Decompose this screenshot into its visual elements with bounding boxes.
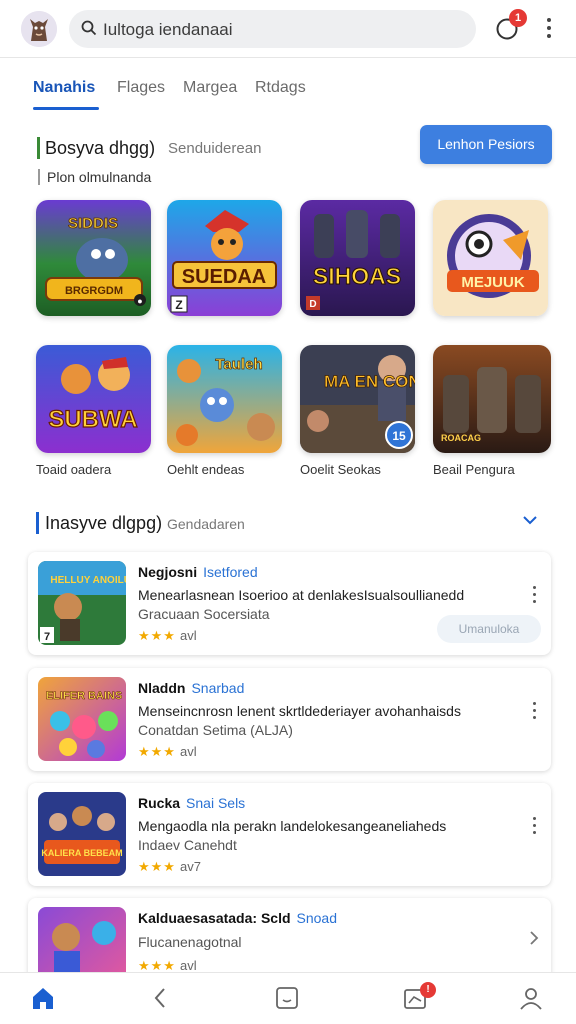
app-thumbnail: ELIFER BAINS	[38, 677, 126, 761]
kebab-menu-icon[interactable]	[531, 586, 537, 607]
tile-art-title: MA EN CONE	[324, 372, 415, 391]
rating-text: avl	[179, 744, 197, 759]
app-subtitle: Indaev Canehdt	[138, 837, 237, 853]
app-rating: ★★★ avl	[138, 744, 197, 760]
list-item[interactable]: KALIERA BEBEAM Rucka Snai Sels Mengaodla …	[28, 783, 551, 886]
thumb-badge: 7	[44, 631, 50, 643]
app-subtitle: Flucanenagotnal	[138, 934, 242, 950]
bottom-nav	[0, 972, 576, 1024]
app-tag: Snoad	[296, 910, 337, 926]
game-tile[interactable]: MA EN CONE 15	[300, 345, 415, 453]
app-thumbnail: HELLUY ANOILUS 7	[38, 561, 126, 645]
star-rating: ★★★	[138, 958, 176, 973]
tile-art-title: MEJUUK	[461, 274, 525, 291]
app-name-text: Rucka	[138, 795, 181, 811]
app-name: Kalduaesasatada: Scld Snoad	[138, 910, 337, 926]
section-title: Bosyva dhgg)	[45, 138, 156, 158]
tile-label: Beail Pengura	[433, 462, 515, 477]
game-tile[interactable]: Tauleh	[167, 345, 282, 453]
app-name-text: Kalduaesasatada: Scld	[138, 910, 291, 926]
rating-text: av7	[179, 859, 201, 874]
app-name: Rucka Snai Sels	[138, 795, 245, 811]
rating-text: avl	[179, 628, 197, 643]
game-tile[interactable]: SUBWA	[36, 345, 151, 453]
section-accent-bar	[37, 137, 40, 159]
game-tile[interactable]: MEJUUK	[433, 200, 548, 316]
section-subtitle: Senduiderean	[168, 140, 262, 157]
tile-label: Oehlt endeas	[167, 462, 245, 477]
section-title: Inasyve dlgpg)	[45, 513, 163, 533]
tablet-icon[interactable]	[274, 985, 302, 1013]
profile-icon[interactable]	[518, 985, 546, 1013]
top-bar: Iultoga iendanaai 1	[0, 0, 576, 58]
cta-button[interactable]: Lenhon Pesiors	[420, 125, 552, 164]
back-icon[interactable]	[148, 985, 176, 1013]
section-sub-label: Plon olmulnanda	[38, 169, 151, 185]
search-input[interactable]: Iultoga iendanaai	[103, 20, 233, 40]
thumb-art: HELLUY ANOILUS	[50, 575, 126, 586]
app-description: Menearlasnean Isoerioo at denlakesIsuals…	[138, 587, 465, 603]
app-name-text: Negjosni	[138, 564, 198, 580]
tab-margea[interactable]: Margea	[183, 79, 237, 97]
tile-art-title: SUEDAA	[182, 266, 266, 288]
app-rating: ★★★ avl	[138, 628, 197, 644]
star-rating: ★★★	[138, 859, 176, 874]
notification-badge: 1	[509, 9, 527, 27]
app-name-text: Nladdn	[138, 680, 186, 696]
tile-badge: D	[309, 299, 316, 310]
tile-badge: 15	[392, 429, 406, 443]
app-tag: Snarbad	[191, 680, 245, 696]
app-name: Negjosni Isetfored	[138, 564, 258, 580]
app-description: Mengaodla nla perakn landelokesangeaneli…	[138, 818, 447, 834]
app-name: Nladdn Snarbad	[138, 680, 244, 696]
app-rating: ★★★ av7	[138, 859, 201, 875]
active-tab-indicator	[33, 107, 99, 110]
game-tile[interactable]: SUEDAA Z	[167, 200, 282, 316]
kebab-menu-icon[interactable]	[531, 702, 537, 723]
tile-badge: Z	[175, 298, 182, 312]
app-tag: Isetfored	[203, 564, 258, 580]
tile-art-title: SIDDIS	[68, 215, 118, 232]
game-tile[interactable]: SIDDIS BRGRGDM ●	[36, 200, 151, 316]
tab-rtdags[interactable]: Rtdags	[255, 79, 306, 97]
chevron-right-icon[interactable]	[529, 930, 539, 951]
app-subtitle: Gracuaan Socersiata	[138, 606, 270, 622]
avatar[interactable]	[21, 11, 57, 47]
app-tag: Snai Sels	[186, 795, 246, 811]
list-item[interactable]: ELIFER BAINS Nladdn Snarbad Menseincnrosn…	[28, 668, 551, 771]
kebab-menu-icon[interactable]	[531, 817, 537, 838]
tab-bar: Nanahis Flages Margea Rtdags	[0, 70, 576, 114]
tab-flages[interactable]: Flages	[117, 79, 165, 97]
game-tile[interactable]: SIHOAS D	[300, 200, 415, 316]
star-rating: ★★★	[138, 744, 176, 759]
search-bar[interactable]: Iultoga iendanaai	[69, 10, 476, 48]
app-subtitle: Conatdan Setima (ALJA)	[138, 722, 293, 738]
tile-art-subtitle: BRGRGDM	[65, 285, 123, 297]
tile-label: Ooelit Seokas	[300, 462, 381, 477]
tile-art-title: Tauleh	[215, 356, 262, 373]
kebab-menu-icon[interactable]	[544, 16, 554, 40]
tab-nanahis[interactable]: Nanahis	[33, 79, 95, 97]
inbox-badge: !	[420, 982, 436, 998]
tile-art-title: ROACAG	[441, 433, 481, 443]
thumb-art: KALIERA BEBEAM	[41, 848, 122, 858]
action-pill-button[interactable]: Umanuloka	[437, 615, 541, 643]
tile-art-title: SIHOAS	[313, 263, 401, 289]
star-rating: ★★★	[138, 628, 176, 643]
thumb-art: ELIFER BAINS	[46, 690, 122, 702]
app-thumbnail: KALIERA BEBEAM	[38, 792, 126, 876]
list-item[interactable]: HELLUY ANOILUS 7 Negjosni Isetfored Menea…	[28, 552, 551, 655]
home-icon[interactable]	[30, 985, 58, 1013]
rating-text: avl	[179, 958, 197, 973]
chevron-down-icon[interactable]	[522, 513, 538, 532]
tile-label: Toaid oadera	[36, 462, 112, 477]
search-icon	[81, 20, 97, 41]
tile-art-title: SUBWA	[48, 406, 137, 433]
tile-badge: ●	[137, 296, 142, 306]
section-subtitle: Gendadaren	[167, 516, 245, 532]
app-description: Menseincnrosn lenent skrtldederiayer avo…	[138, 703, 461, 719]
section-accent-bar	[36, 512, 39, 534]
game-tile[interactable]: ROACAG	[433, 345, 551, 453]
